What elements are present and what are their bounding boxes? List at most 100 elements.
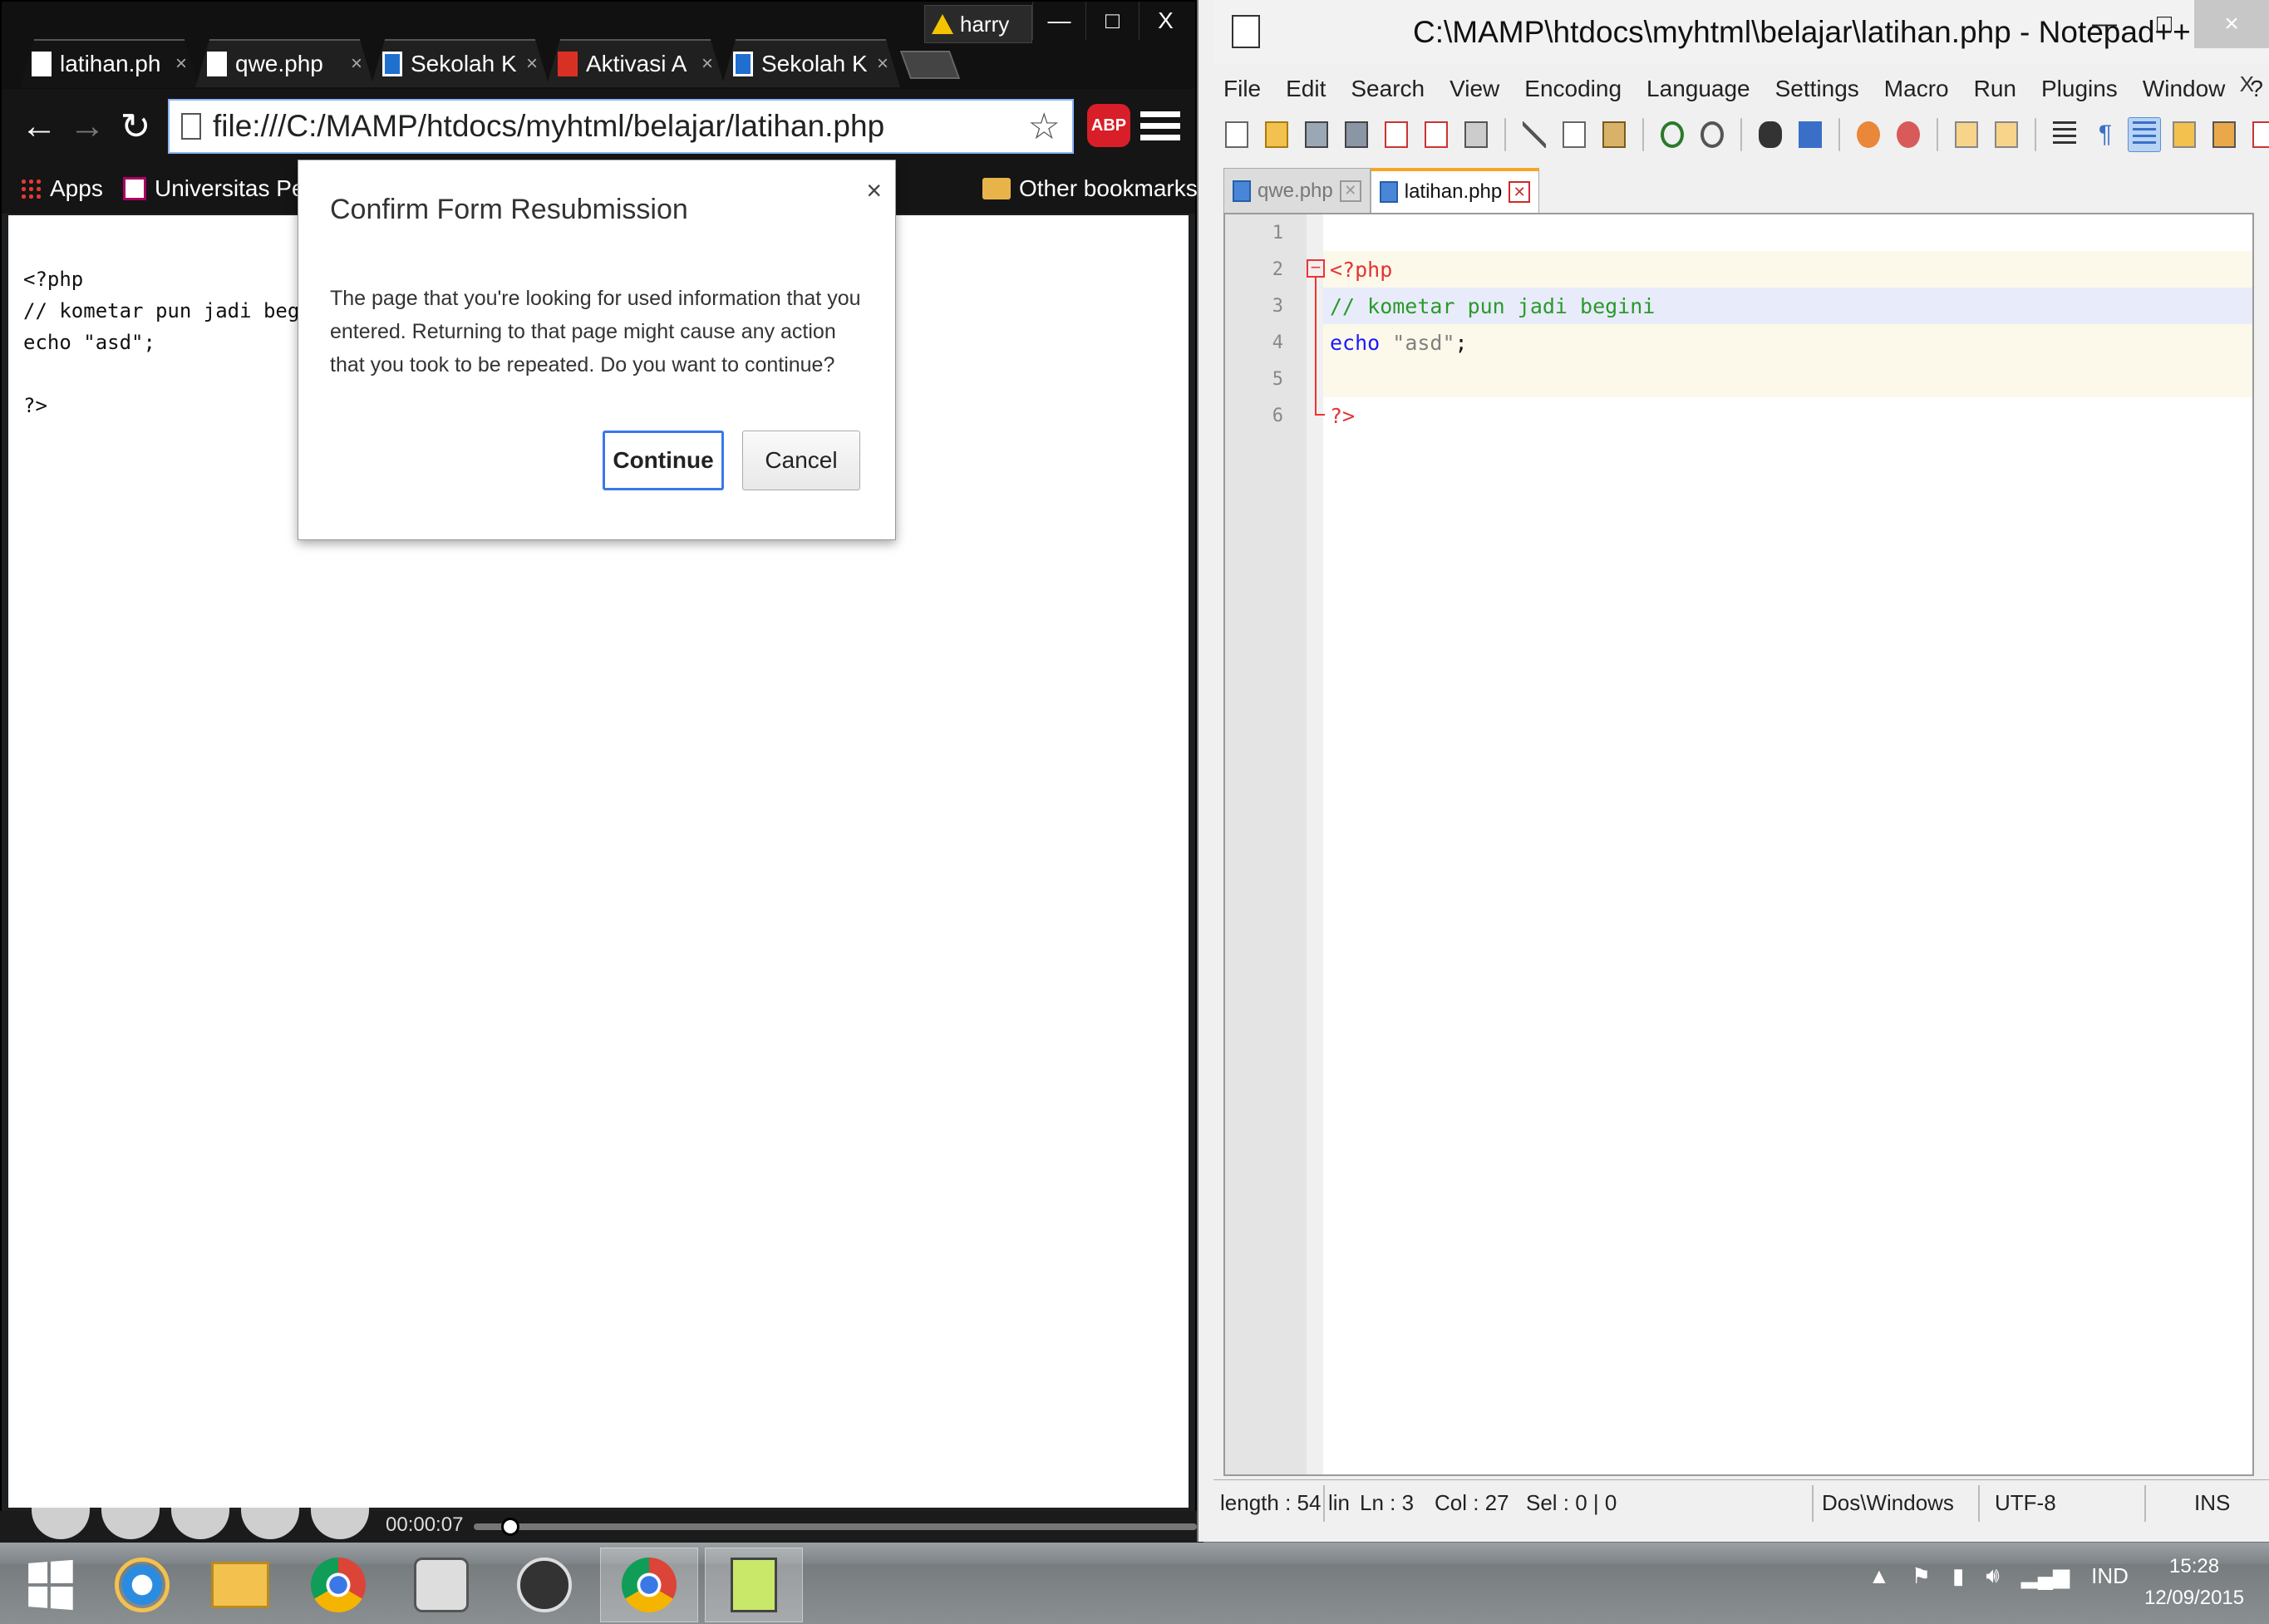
tab-close-icon[interactable]: × [701, 52, 713, 76]
media-control-button[interactable] [101, 1508, 160, 1539]
taskbar-internet-explorer[interactable] [93, 1548, 191, 1622]
sync-horizontal-icon[interactable] [1990, 117, 2023, 152]
menu-language[interactable]: Language [1646, 76, 1750, 102]
undo-icon[interactable] [1656, 117, 1689, 152]
save-icon[interactable] [1300, 117, 1333, 152]
tab-close-icon[interactable]: × [175, 52, 187, 76]
close-window-button[interactable]: X [1139, 2, 1192, 40]
menu-plugins[interactable]: Plugins [2041, 76, 2118, 102]
bookmark-favicon [123, 177, 146, 200]
menu-run[interactable]: Run [1974, 76, 2016, 102]
tab-sekolah-2[interactable]: Sekolah K × [721, 39, 900, 87]
adblock-icon[interactable]: ABP [1087, 104, 1130, 147]
volume-icon[interactable]: 🔊︎ [1986, 1562, 1999, 1589]
word-wrap-icon[interactable] [2048, 117, 2081, 152]
menu-encoding[interactable]: Encoding [1524, 76, 1622, 102]
tab-sekolah-1[interactable]: Sekolah K × [371, 39, 549, 87]
media-control-button[interactable] [311, 1508, 369, 1539]
menu-search[interactable]: Search [1351, 76, 1425, 102]
npp-tab-qwe[interactable]: qwe.php ✕ [1223, 168, 1371, 213]
tab-aktivasi[interactable]: Aktivasi A × [546, 39, 725, 87]
save-all-icon[interactable] [1340, 117, 1373, 152]
tab-close-icon[interactable]: × [351, 52, 362, 76]
media-seek-handle[interactable] [500, 1518, 519, 1536]
battery-icon[interactable]: ▮ [1952, 1563, 1964, 1589]
close-icon[interactable]: × [866, 175, 882, 206]
sync-vertical-icon[interactable] [1950, 117, 1983, 152]
continue-button[interactable]: Continue [603, 431, 724, 490]
zoom-in-icon[interactable] [1852, 117, 1885, 152]
back-icon[interactable]: ← [17, 104, 62, 149]
bookmark-star-icon[interactable]: ☆ [1028, 106, 1061, 148]
media-control-button[interactable] [241, 1508, 299, 1539]
action-center-flag-icon[interactable]: ⚑ [1912, 1563, 1931, 1589]
tab-qwe[interactable]: qwe.php × [195, 39, 374, 87]
forward-icon[interactable]: → [65, 104, 110, 149]
taskbar-mamp[interactable] [495, 1548, 593, 1622]
print-icon[interactable] [1459, 117, 1493, 152]
menu-macro[interactable]: Macro [1884, 76, 1949, 102]
menu-settings[interactable]: Settings [1775, 76, 1859, 102]
show-hidden-icons-icon[interactable]: ▲ [1868, 1563, 1890, 1589]
npp-tab-latihan[interactable]: latihan.php ✕ [1370, 168, 1540, 213]
dialog-message: The page that you're looking for used in… [330, 287, 861, 376]
replace-icon[interactable] [1794, 117, 1827, 152]
reload-icon[interactable]: ↻ [113, 104, 158, 149]
taskbar-media-player[interactable] [392, 1548, 490, 1622]
bookmark-universitas[interactable]: Universitas Pelit [123, 164, 322, 214]
taskbar-notepad-plus-plus[interactable] [705, 1548, 803, 1622]
tab-latihan[interactable]: latihan.ph × [20, 39, 199, 87]
taskbar-file-explorer[interactable] [191, 1548, 289, 1622]
minimize-button[interactable]: — [2075, 0, 2134, 48]
open-file-icon[interactable] [1260, 117, 1293, 152]
menu-edit[interactable]: Edit [1286, 76, 1326, 102]
close-window-button[interactable]: × [2194, 0, 2269, 48]
menu-window[interactable]: Window [2143, 76, 2226, 102]
maximize-button[interactable]: □ [2134, 0, 2194, 48]
cut-icon[interactable] [1518, 117, 1551, 152]
code-editor[interactable]: 1 2 3 4 5 6 − <?php // kometar pun jadi … [1223, 213, 2254, 1476]
chrome-menu-icon[interactable] [1140, 104, 1180, 147]
document-map-icon[interactable] [2168, 117, 2201, 152]
input-language[interactable]: IND [2091, 1563, 2129, 1589]
cancel-button[interactable]: Cancel [742, 431, 860, 490]
indent-guide-icon[interactable] [2128, 117, 2161, 152]
tab-close-icon[interactable]: × [877, 52, 888, 76]
find-icon[interactable] [1754, 117, 1787, 152]
close-file-icon[interactable] [1380, 117, 1413, 152]
address-bar[interactable]: file:///C:/MAMP/htdocs/myhtml/belajar/la… [168, 99, 1074, 154]
new-tab-button[interactable] [899, 51, 961, 79]
maximize-button[interactable]: □ [1085, 2, 1139, 40]
media-control-button[interactable] [32, 1508, 90, 1539]
start-button[interactable] [0, 1548, 98, 1622]
paste-icon[interactable] [1597, 117, 1631, 152]
minimize-button[interactable]: — [1032, 2, 1085, 40]
taskbar-chrome-active[interactable] [600, 1548, 698, 1622]
zoom-out-icon[interactable] [1892, 117, 1925, 152]
tab-close-icon[interactable]: ✕ [1339, 180, 1361, 202]
media-control-button[interactable] [171, 1508, 229, 1539]
close-all-icon[interactable] [1420, 117, 1453, 152]
bookmark-other[interactable]: Other bookmarks [982, 164, 1198, 214]
menu-view[interactable]: View [1450, 76, 1499, 102]
copy-icon[interactable] [1558, 117, 1591, 152]
redo-icon[interactable] [1696, 117, 1729, 152]
fold-collapse-icon[interactable]: − [1307, 258, 1325, 278]
clock[interactable]: 15:28 12/09/2015 [2144, 1551, 2244, 1614]
media-seek-bar[interactable] [474, 1523, 1197, 1530]
bookmark-apps[interactable]: Apps [20, 164, 103, 214]
show-all-characters-icon[interactable]: ¶ [2088, 117, 2121, 152]
keyword-echo: echo [1330, 331, 1381, 355]
macro-record-icon[interactable] [2247, 117, 2269, 152]
function-list-icon[interactable] [2207, 117, 2241, 152]
new-file-icon[interactable] [1220, 117, 1253, 152]
taskbar-chrome[interactable] [289, 1548, 387, 1622]
tab-close-icon[interactable]: × [526, 52, 538, 76]
menu-file[interactable]: File [1223, 76, 1261, 102]
profile-button[interactable]: harry [924, 5, 1032, 43]
network-signal-icon[interactable]: ▂▄▆ [2021, 1563, 2070, 1589]
npp-menubar: File Edit Search View Encoding Language … [1223, 68, 2263, 110]
close-document-icon[interactable]: X [2240, 71, 2254, 97]
url-text[interactable]: file:///C:/MAMP/htdocs/myhtml/belajar/la… [213, 109, 1016, 144]
tab-close-icon[interactable]: ✕ [1509, 181, 1531, 203]
